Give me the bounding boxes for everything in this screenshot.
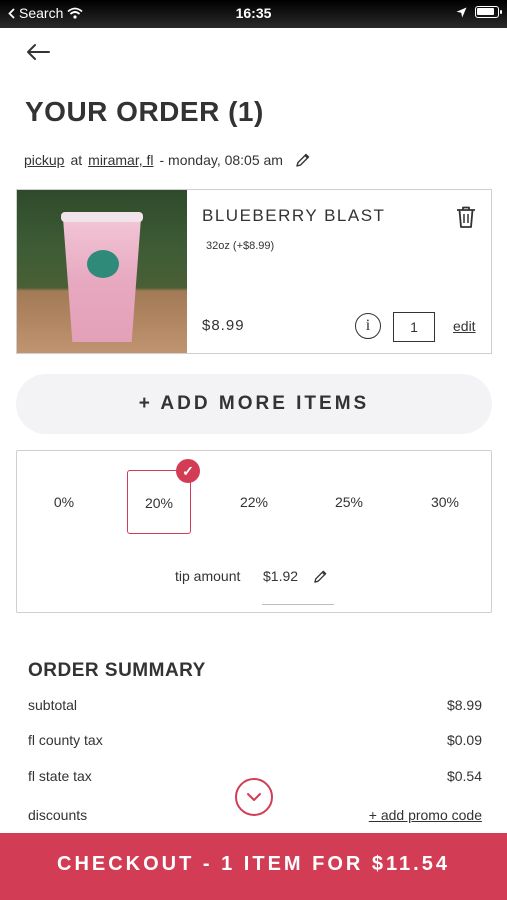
order-item-card: BLUEBERRY BLAST 32oz (+$8.99) $8.99 i ed… (16, 189, 492, 354)
add-more-items-button[interactable]: + ADD MORE ITEMS (16, 374, 492, 434)
item-option: 32oz (+$8.99) (206, 240, 275, 252)
summary-value: $8.99 (446, 697, 482, 713)
summary-label: fl county tax (28, 732, 103, 748)
tip-option-25[interactable]: 25% (317, 470, 381, 534)
edit-pickup-button[interactable] (295, 152, 311, 168)
edit-tip-button[interactable] (313, 569, 328, 589)
cup-lid-graphic (61, 212, 143, 222)
checkout-button[interactable]: CHECKOUT - 1 ITEM FOR $11.54 (0, 833, 507, 900)
at-text: at (70, 152, 83, 168)
pencil-icon (314, 570, 327, 583)
tip-card: 0% 20% ✓ 22% 25% 30% tip amount $1.92 (16, 450, 492, 613)
back-arrow-icon (27, 44, 50, 60)
back-button[interactable] (24, 38, 54, 66)
page-title: YOUR ORDER (1) (25, 96, 264, 127)
battery-icon (475, 6, 502, 18)
status-time: 16:35 (235, 5, 272, 21)
smoothie-cup-graphic (63, 218, 141, 342)
check-icon: ✓ (176, 459, 200, 483)
item-name: BLUEBERRY BLAST (202, 206, 386, 225)
scroll-down-button[interactable] (235, 778, 273, 816)
cup-logo-graphic (87, 250, 119, 278)
item-info-button[interactable]: i (355, 313, 381, 339)
summary-label: discounts (28, 807, 88, 823)
pencil-icon (296, 153, 310, 167)
pickup-time-text: - monday, 08:05 am (159, 152, 283, 168)
delete-item-button[interactable] (455, 205, 477, 234)
info-icon: i (365, 317, 371, 334)
order-summary-title: ORDER SUMMARY (28, 660, 206, 681)
tip-option-0[interactable]: 0% (32, 470, 96, 534)
tip-option-30[interactable]: 30% (413, 470, 477, 534)
tip-option-22[interactable]: 22% (222, 470, 286, 534)
location-arrow-icon (456, 7, 467, 17)
tip-amount-label: tip amount (175, 568, 241, 584)
tip-amount-underline (262, 604, 334, 605)
location-link[interactable]: miramar, fl (88, 152, 153, 168)
item-price: $8.99 (202, 317, 245, 334)
trash-icon (457, 206, 475, 228)
edit-item-link[interactable]: edit (453, 318, 476, 334)
summary-value: $0.09 (446, 732, 482, 748)
tip-amount-value[interactable]: $1.92 (263, 568, 298, 584)
summary-label: fl state tax (28, 768, 92, 784)
summary-row-county-tax: fl county tax $0.09 (28, 732, 482, 748)
order-meta: pickup at miramar, fl - monday, 08:05 am (24, 152, 311, 168)
summary-label: subtotal (28, 697, 78, 713)
summary-value: $0.54 (446, 768, 482, 784)
pickup-mode-link[interactable]: pickup (24, 152, 64, 168)
add-promo-code-link[interactable]: + add promo code (369, 807, 482, 823)
status-indicators (456, 6, 502, 18)
chevron-down-icon (247, 793, 261, 801)
item-photo (17, 190, 187, 353)
quantity-input[interactable] (393, 312, 435, 342)
summary-row-subtotal: subtotal $8.99 (28, 697, 482, 713)
status-bar: Search 16:35 (0, 0, 507, 28)
